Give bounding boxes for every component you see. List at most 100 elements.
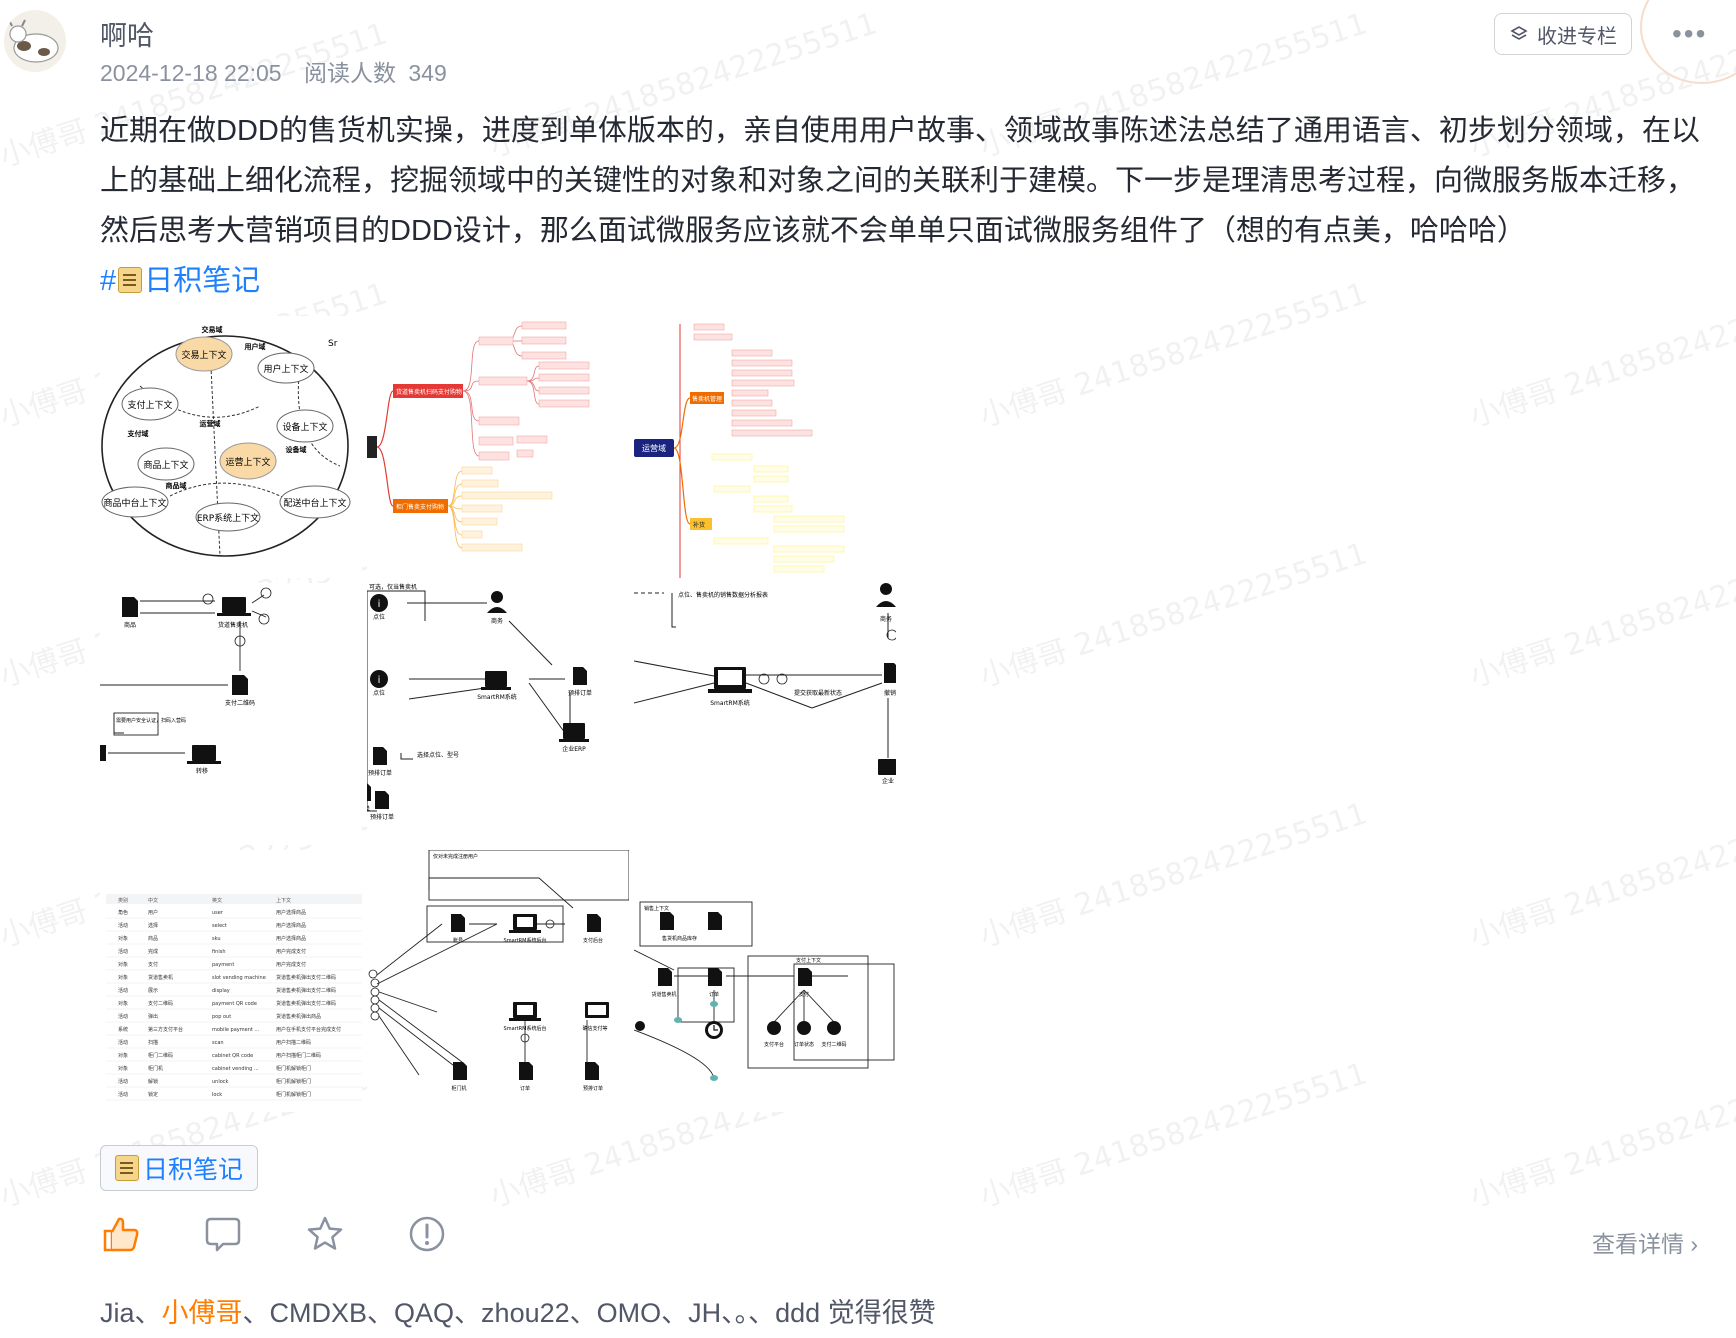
watermark: 小傅哥 2418582422255511 xyxy=(1465,536,1736,695)
image-flow-payment[interactable]: 销售上下文 支付上下文 售货机商品库存 货道售卖机 订单 支付 支付平台 订单状… xyxy=(634,850,896,1112)
memo-emoji-icon xyxy=(118,267,143,293)
image-flow-cabinet[interactable]: 仅对未完成注册用户 账号 SmartRM系统后台 支付后台 SmartRM系统后… xyxy=(367,850,629,1112)
table-cell: slot vending machine xyxy=(212,975,266,981)
node-label: 预排订单 xyxy=(370,813,394,821)
table-cell: sku xyxy=(212,936,221,942)
liker-name[interactable]: CMDXB xyxy=(270,1298,368,1328)
comment-button[interactable] xyxy=(202,1213,244,1255)
table-cell: 活动 xyxy=(118,948,128,955)
liker-name[interactable]: JH xyxy=(688,1298,721,1328)
node-label: 订单 xyxy=(520,1085,530,1092)
memo-emoji-icon xyxy=(115,1155,139,1181)
table-cell: pop out xyxy=(212,1014,231,1020)
table-header: 类别 xyxy=(118,897,128,904)
table-cell: 对象 xyxy=(118,961,128,968)
image-flow-report[interactable]: SmartRM系统 商务 撤销 企业 点位、售卖机的销售数据分析报表 提交获取最… xyxy=(634,583,896,845)
table-cell: 用户选择商品 xyxy=(276,935,306,942)
table-cell: 货道售卖机弹出商品 xyxy=(276,1013,321,1020)
node-label: 点位 xyxy=(373,613,385,621)
watermark: 小傅哥 2418582422255511 xyxy=(975,536,1372,695)
domain-label: 支付域 xyxy=(127,429,149,438)
table-cell: scan xyxy=(212,1040,224,1046)
liker-name[interactable]: Jia xyxy=(100,1298,135,1328)
ctx-label: 商品上下文 xyxy=(143,459,188,471)
chevron-right-icon: › xyxy=(1690,1231,1699,1257)
stack-icon xyxy=(1510,26,1528,40)
table-cell: 弹出 xyxy=(148,1013,158,1020)
avatar[interactable] xyxy=(4,10,66,72)
like-button[interactable] xyxy=(100,1213,142,1255)
ctx-label: 交易上下文 xyxy=(181,349,226,361)
ctx-label: 支付上下文 xyxy=(796,957,821,964)
node-label: 确信支付等 xyxy=(582,1025,607,1032)
ctx-label: 商品中台上下文 xyxy=(103,497,166,509)
liker-name[interactable]: QAQ xyxy=(394,1298,454,1328)
more-dots-icon[interactable]: ••• xyxy=(1672,18,1707,50)
node-label: 支付平台 xyxy=(764,1041,784,1048)
table-cell: 用户在手机支付平台完成支付 xyxy=(276,1026,341,1033)
image-glossary-table[interactable]: 类别 中文 英文 上下文 角色 用户 user 用户选择商品 活动 选择 select 用户选择商品对… xyxy=(100,850,362,1112)
liker-name[interactable]: OMO xyxy=(597,1298,662,1328)
ctx-label: 销售上下文 xyxy=(644,905,669,912)
likers-list: Jia、小傅哥、CMDXB、QAQ、zhou22、OMO、JH、。、ddd 觉得… xyxy=(100,1291,936,1330)
domain-label: 商品域 xyxy=(166,481,187,490)
view-detail-link[interactable]: 查看详情 › xyxy=(1592,1225,1698,1259)
table-cell: 活动 xyxy=(118,1039,128,1046)
table-cell: 柜门机解锁柜门 xyxy=(276,1091,311,1098)
liker-name[interactable]: 小傅哥 xyxy=(162,1298,243,1328)
collect-label: 收进专栏 xyxy=(1537,25,1617,48)
node-label: 柜门机 xyxy=(451,1085,466,1092)
table-header: 上下文 xyxy=(276,897,291,904)
image-mindmap-sales[interactable]: 货道售卖机扫码支付购物 柜门售卖支付购物 xyxy=(367,316,629,578)
author-name[interactable]: 啊哈 xyxy=(100,14,154,53)
table-cell: 选择 xyxy=(148,922,158,929)
domain-label: 交易域 xyxy=(202,325,223,334)
node-label: 支付二维码 xyxy=(821,1041,846,1048)
liker-name[interactable]: ddd xyxy=(775,1298,820,1328)
table-cell: 用户完成支付 xyxy=(276,948,306,955)
node-label: 商品 xyxy=(124,621,136,629)
node-note: 需要用户安全认证，扫码入营码 xyxy=(116,717,186,724)
collect-to-column-button[interactable]: 收进专栏 xyxy=(1494,13,1632,55)
reads-label: 阅读人数 xyxy=(304,60,396,86)
svg-text:i: i xyxy=(378,599,381,610)
table-cell: cabinet QR code xyxy=(212,1053,253,1059)
star-icon xyxy=(307,1216,343,1250)
branch-label: 售卖机管理 xyxy=(692,395,722,403)
image-flow-ops[interactable]: i i 点位 商务 点位 SmartRM系统 预排订单 企业ERP 预排订单 订单… xyxy=(367,583,629,845)
favorite-button[interactable] xyxy=(304,1213,346,1255)
topic-tag[interactable]: 日积笔记 xyxy=(100,1145,259,1191)
liker-name[interactable]: 。 xyxy=(735,1298,749,1328)
table-cell: 货道售卖机弹出支付二维码 xyxy=(276,1000,336,1007)
ctx-label: ERP系统上下文 xyxy=(197,512,259,524)
image-grid: 交易上下文 用户上下文 支付上下文 设备上下文 商品上下文 运营上下文 商品中台… xyxy=(100,316,896,1112)
report-button[interactable] xyxy=(406,1213,448,1255)
liker-name[interactable]: zhou22 xyxy=(481,1298,570,1328)
post-content: 近期在做DDD的售货机实操，进度到单体版本的，亲自使用用户故事、领域故事陈述法总… xyxy=(100,106,1700,306)
image-context-map[interactable]: 交易上下文 用户上下文 支付上下文 设备上下文 商品上下文 运营上下文 商品中台… xyxy=(100,316,362,578)
liker-separator: 、 xyxy=(454,1298,482,1328)
image-mindmap-ops[interactable]: 运营域 售卖机管理 补货 xyxy=(634,316,896,578)
comment-icon xyxy=(205,1217,241,1252)
table-cell: 活动 xyxy=(118,1091,128,1098)
liker-separator: 、 xyxy=(134,1298,162,1328)
table-cell: 货道售卖机弹出支付二维码 xyxy=(276,987,336,994)
table-cell: 对象 xyxy=(118,935,128,942)
table-cell: 用户选择商品 xyxy=(276,922,306,929)
watermark: 小傅哥 2418582422255511 xyxy=(1465,796,1736,955)
ctx-label: 运营上下文 xyxy=(225,456,270,468)
liker-separator: 、 xyxy=(367,1298,395,1328)
image-flow-scan-pay[interactable]: 商品 货道售卖机 支付二维码 转移 需要用户安全认证，扫码入营码 xyxy=(100,583,362,845)
edge-label: 提交获取最新状态 xyxy=(794,689,842,697)
thumbs-up-icon xyxy=(103,1217,139,1252)
table-cell: 柜门二维码 xyxy=(148,1052,173,1059)
post-text: 近期在做DDD的售货机实操，进度到单体版本的，亲自使用用户故事、领域故事陈述法总… xyxy=(100,115,1700,247)
node-note: 可选，仅当售卖机 xyxy=(369,583,417,591)
topic-link[interactable]: # 日积笔记 xyxy=(100,265,260,297)
flow-diagram: 销售上下文 支付上下文 售货机商品库存 货道售卖机 订单 支付 支付平台 订单状… xyxy=(634,901,895,1081)
node-label: 点位 xyxy=(373,689,385,697)
table-cell: 解锁 xyxy=(148,1078,158,1085)
node-label: 货道售卖机 xyxy=(651,991,676,998)
node-note: 仅对未完成注册用户 xyxy=(433,853,478,860)
flow-diagram: 商品 货道售卖机 支付二维码 转移 需要用户安全认证，扫码入营码 xyxy=(100,587,272,775)
